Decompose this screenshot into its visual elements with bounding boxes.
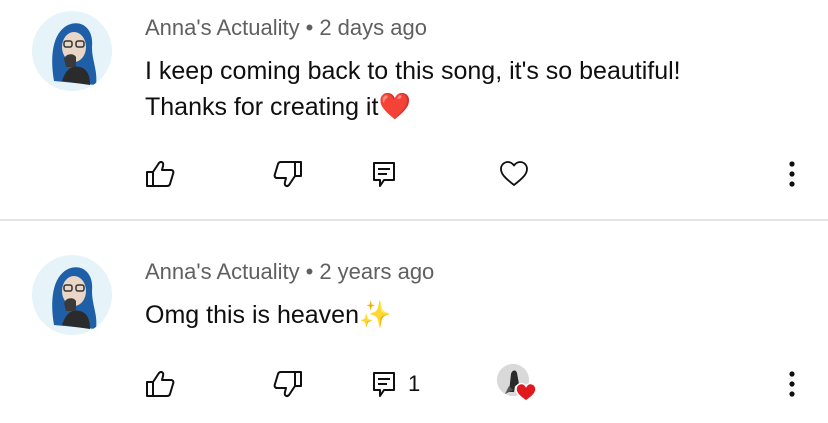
heart-outline-icon bbox=[500, 161, 528, 186]
comment-meta: Anna's Actuality • 2 years ago bbox=[145, 258, 434, 286]
comment-divider bbox=[0, 219, 828, 221]
creator-heart-indicator bbox=[497, 362, 537, 404]
more-options-button[interactable] bbox=[776, 158, 808, 190]
more-options-button[interactable] bbox=[776, 368, 808, 400]
more-vertical-icon bbox=[789, 371, 795, 397]
reply-icon bbox=[373, 372, 395, 397]
user-avatar-icon bbox=[32, 255, 112, 335]
author-avatar[interactable] bbox=[32, 255, 112, 335]
heart-button[interactable] bbox=[498, 158, 530, 190]
comment-text-line: Thanks for creating it❤️ bbox=[145, 89, 681, 125]
thumbs-up-icon bbox=[146, 371, 175, 397]
comment-text: Omg this is heaven✨ bbox=[145, 297, 391, 333]
dislike-button[interactable] bbox=[272, 368, 304, 400]
sparkles-emoji: ✨ bbox=[359, 299, 392, 329]
reply-icon bbox=[373, 162, 395, 187]
comment-item: Anna's Actuality • 2 days ago I keep comin… bbox=[0, 0, 828, 220]
reply-button[interactable] bbox=[368, 368, 400, 400]
user-avatar-icon bbox=[32, 11, 112, 91]
comment-text-line: Omg this is heaven✨ bbox=[145, 297, 391, 333]
comment-text: I keep coming back to this song, it's so… bbox=[145, 54, 681, 125]
comment-text-fragment: Thanks for creating it bbox=[145, 93, 379, 121]
meta-separator: • bbox=[305, 259, 314, 284]
comment-actions: 1 bbox=[0, 362, 828, 402]
like-button[interactable] bbox=[144, 158, 176, 190]
thumbs-up-icon bbox=[146, 161, 175, 187]
comment-text-line: I keep coming back to this song, it's so… bbox=[145, 57, 681, 85]
comments-section: Anna's Actuality • 2 days ago I keep comin… bbox=[0, 0, 828, 423]
dislike-button[interactable] bbox=[272, 158, 304, 190]
comment-actions bbox=[0, 152, 828, 192]
thumbs-down-icon bbox=[273, 161, 302, 187]
comment-timestamp[interactable]: 2 days ago bbox=[319, 15, 427, 40]
comment-item: Anna's Actuality • 2 years ago Omg this is… bbox=[0, 222, 828, 423]
thumbs-down-icon bbox=[273, 371, 302, 397]
author-name[interactable]: Anna's Actuality bbox=[145, 259, 300, 284]
red-heart-emoji: ❤️ bbox=[378, 91, 411, 121]
author-name[interactable]: Anna's Actuality bbox=[145, 15, 300, 40]
reply-button[interactable] bbox=[368, 158, 400, 190]
author-avatar[interactable] bbox=[32, 11, 112, 91]
comment-timestamp[interactable]: 2 years ago bbox=[319, 259, 434, 284]
creator-heart-badge-icon bbox=[515, 382, 537, 402]
comment-meta: Anna's Actuality • 2 days ago bbox=[145, 14, 427, 42]
more-vertical-icon bbox=[789, 161, 795, 187]
reply-count[interactable]: 1 bbox=[408, 370, 420, 398]
like-button[interactable] bbox=[144, 368, 176, 400]
comment-text-fragment: Omg this is heaven bbox=[145, 301, 359, 329]
meta-separator: • bbox=[305, 15, 314, 40]
